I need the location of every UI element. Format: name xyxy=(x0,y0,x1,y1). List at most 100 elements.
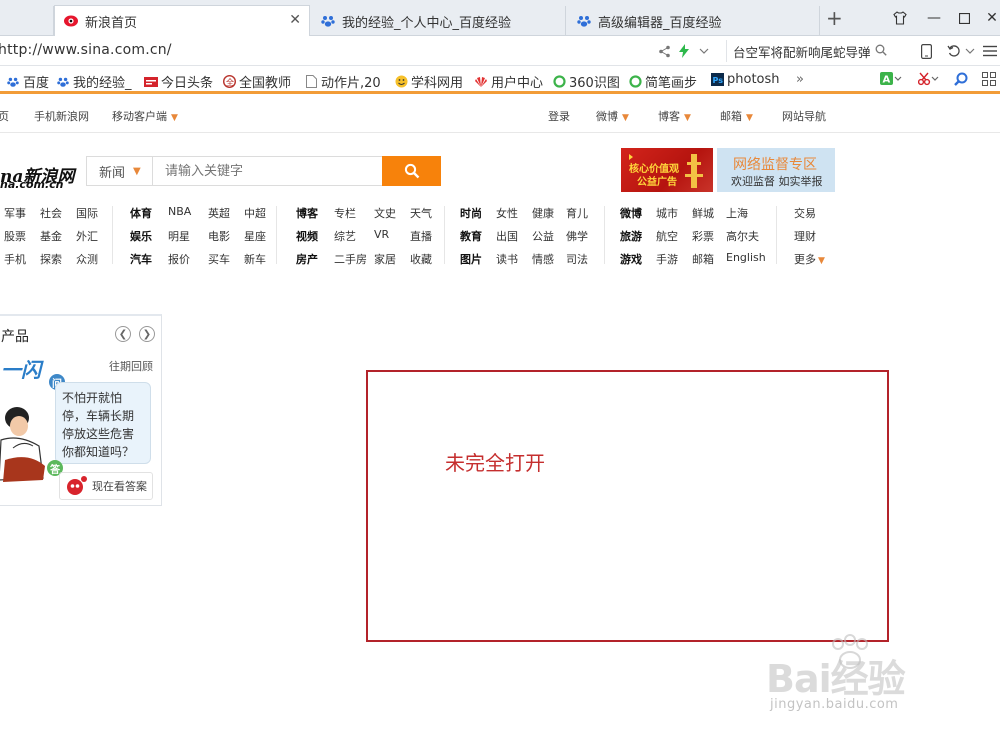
search-box[interactable]: 台空军将配新响尾蛇导弹 xyxy=(726,40,896,62)
search-category-select[interactable]: 新闻 ▼ xyxy=(87,157,153,185)
category-link[interactable]: 佛学 xyxy=(566,228,588,244)
tab-jingyan-editor[interactable]: 高级编辑器_百度经验 xyxy=(568,6,820,36)
nav-blog[interactable]: 博客 ▼ xyxy=(658,108,691,124)
category-link[interactable]: 旅游 xyxy=(620,228,642,244)
category-link[interactable]: 娱乐 xyxy=(130,228,152,244)
new-tab-button[interactable]: + xyxy=(826,8,843,28)
category-link[interactable]: 公益 xyxy=(532,228,554,244)
category-link[interactable]: 综艺 xyxy=(334,228,356,244)
category-link[interactable]: 游戏 xyxy=(620,251,642,267)
search-icon[interactable] xyxy=(954,72,968,86)
bookmark-jingyan[interactable]: 我的经验_ xyxy=(56,72,132,91)
nav-home[interactable]: 页 xyxy=(0,108,9,124)
category-link[interactable]: 社会 xyxy=(40,205,62,221)
tab-sina[interactable]: 新浪首页 ✕ xyxy=(54,5,310,36)
tab-jingyan-center[interactable]: 我的经验_个人中心_百度经验 xyxy=(312,6,566,36)
category-link[interactable]: 收藏 xyxy=(410,251,432,267)
category-link[interactable]: 星座 xyxy=(244,228,266,244)
category-link[interactable]: 博客 xyxy=(296,205,318,221)
category-link[interactable]: 房产 xyxy=(296,251,318,267)
scissors-icon[interactable] xyxy=(918,72,940,86)
see-answer-button[interactable]: 现在看答案 xyxy=(59,472,153,500)
category-link[interactable]: 新车 xyxy=(244,251,266,267)
category-link[interactable]: 时尚 xyxy=(460,205,482,221)
nav-login[interactable]: 登录 xyxy=(548,108,570,124)
category-link[interactable]: 报价 xyxy=(168,251,190,267)
category-link[interactable]: 探索 xyxy=(40,251,62,267)
chevron-left-icon[interactable]: ❮ xyxy=(115,326,131,342)
question-bubble[interactable]: 不怕开就怕停，车辆长期停放这些危害你都知道吗？ xyxy=(55,382,151,464)
category-link[interactable]: 育儿 xyxy=(566,205,588,221)
category-link[interactable]: 理财 xyxy=(794,228,816,244)
category-link[interactable]: 健康 xyxy=(532,205,554,221)
category-link[interactable]: 直播 xyxy=(410,228,432,244)
apps-grid-icon[interactable] xyxy=(982,72,996,86)
category-link[interactable]: VR xyxy=(374,228,389,241)
bookmark-toutiao[interactable]: 今日头条 xyxy=(144,72,213,91)
chevron-down-icon[interactable] xyxy=(696,43,712,59)
bookmark-baidu[interactable]: 百度 xyxy=(6,72,49,91)
search-icon[interactable] xyxy=(875,44,887,59)
minimize-button[interactable]: — xyxy=(924,8,944,28)
chevron-down-icon[interactable] xyxy=(962,43,978,59)
category-link[interactable]: 中超 xyxy=(244,205,266,221)
category-link[interactable]: 微博 xyxy=(620,205,642,221)
undo-icon[interactable] xyxy=(946,43,962,59)
lightning-icon[interactable] xyxy=(676,43,692,59)
category-link[interactable]: 情感 xyxy=(532,251,554,267)
menu-icon[interactable] xyxy=(982,43,998,59)
category-link[interactable]: 彩票 xyxy=(692,228,714,244)
category-link[interactable]: 国际 xyxy=(76,205,98,221)
category-link[interactable]: 邮箱 xyxy=(692,251,714,267)
category-link[interactable]: 股票 xyxy=(4,228,26,244)
search-input[interactable] xyxy=(155,157,383,185)
url-field[interactable]: http://www.sina.com.cn/ xyxy=(0,42,172,58)
ad-banner-values[interactable]: 核心价值观 公益广告 xyxy=(621,148,713,192)
category-link[interactable]: 出国 xyxy=(496,228,518,244)
category-link[interactable]: 基金 xyxy=(40,228,62,244)
category-link[interactable]: 视频 xyxy=(296,228,318,244)
bookmark-teacher[interactable]: 全 全国教师 xyxy=(222,72,291,91)
translate-icon[interactable]: A xyxy=(880,72,902,86)
category-link[interactable]: 交易 xyxy=(794,205,816,221)
category-link[interactable]: 明星 xyxy=(168,228,190,244)
bookmark-huawei[interactable]: 用户中心 xyxy=(474,72,543,91)
category-link[interactable]: 英超 xyxy=(208,205,230,221)
category-link[interactable]: 众测 xyxy=(76,251,98,267)
chevron-right-icon[interactable]: ❯ xyxy=(139,326,155,342)
category-link[interactable]: 电影 xyxy=(208,228,230,244)
ad-banner-supervision[interactable]: 网络监督专区 欢迎监督 如实举报 xyxy=(717,148,835,192)
category-link[interactable]: 鲜城 xyxy=(692,205,714,221)
category-link[interactable]: 文史 xyxy=(374,205,396,221)
bookmark-photoshop[interactable]: Ps photosh xyxy=(710,72,780,87)
bookmark-jianbihua[interactable]: 简笔画步 xyxy=(628,72,697,91)
category-link[interactable]: 女性 xyxy=(496,205,518,221)
nav-weibo[interactable]: 微博 ▼ xyxy=(596,108,629,124)
category-link[interactable]: English xyxy=(726,251,766,264)
nav-mail[interactable]: 邮箱 ▼ xyxy=(720,108,753,124)
search-button[interactable] xyxy=(382,156,441,186)
nav-mobile-client[interactable]: 移动客户端 ▼ xyxy=(112,108,178,124)
phone-icon[interactable] xyxy=(918,43,934,59)
close-window-button[interactable]: ✕ xyxy=(982,8,1000,28)
category-link[interactable]: 天气 xyxy=(410,205,432,221)
category-link[interactable]: 司法 xyxy=(566,251,588,267)
tab-partial[interactable] xyxy=(0,6,54,36)
category-link[interactable]: 读书 xyxy=(496,251,518,267)
category-link[interactable]: 上海 xyxy=(726,205,748,221)
bookmark-xueke[interactable]: 学科网用 xyxy=(394,72,463,91)
category-link[interactable]: 二手房 xyxy=(334,251,367,267)
bookmark-movie[interactable]: 动作片,20 xyxy=(304,72,381,91)
share-icon[interactable] xyxy=(656,43,672,59)
category-link[interactable]: 外汇 xyxy=(76,228,98,244)
category-link[interactable]: 家居 xyxy=(374,251,396,267)
category-link[interactable]: 手机 xyxy=(4,251,26,267)
maximize-button[interactable] xyxy=(954,8,974,28)
nav-mobile-sina[interactable]: 手机新浪网 xyxy=(34,108,89,124)
bookmark-360[interactable]: 360识图 xyxy=(552,72,620,91)
category-link[interactable]: 航空 xyxy=(656,228,678,244)
category-link[interactable]: 汽车 xyxy=(130,251,152,267)
category-link[interactable]: 城市 xyxy=(656,205,678,221)
category-link[interactable]: NBA xyxy=(168,205,191,218)
bookmarks-overflow[interactable]: » xyxy=(796,72,804,87)
